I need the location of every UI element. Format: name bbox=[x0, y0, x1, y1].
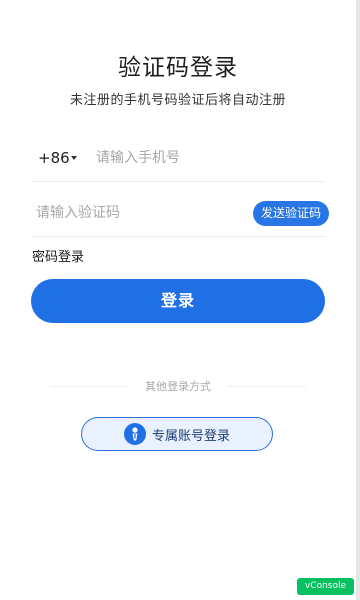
send-code-button[interactable]: 发送验证码 bbox=[253, 201, 329, 226]
page-title: 验证码登录 bbox=[118, 55, 238, 81]
person-tie-icon bbox=[124, 423, 146, 445]
page-edge bbox=[356, 0, 360, 600]
exclusive-account-login-button[interactable]: 专属账号登录 bbox=[81, 417, 273, 451]
country-code-select[interactable]: +86 bbox=[38, 149, 70, 167]
password-login-link[interactable]: 密码登录 bbox=[32, 246, 84, 265]
vconsole-button[interactable]: vConsole bbox=[297, 578, 354, 595]
chevron-down-icon[interactable] bbox=[71, 156, 77, 160]
login-button[interactable]: 登录 bbox=[31, 279, 325, 323]
phone-input[interactable] bbox=[96, 145, 316, 171]
page-subtitle: 未注册的手机号码验证后将自动注册 bbox=[69, 93, 286, 108]
phone-row: +86 bbox=[32, 137, 324, 182]
login-page: 验证码登录 未注册的手机号码验证后将自动注册 +86 发送验证码 密码登录 登录… bbox=[0, 0, 356, 600]
exclusive-account-login-label: 专属账号登录 bbox=[152, 429, 231, 444]
divider-right bbox=[228, 386, 306, 387]
verification-code-input[interactable] bbox=[36, 200, 236, 226]
code-row: 发送验证码 bbox=[32, 192, 329, 237]
